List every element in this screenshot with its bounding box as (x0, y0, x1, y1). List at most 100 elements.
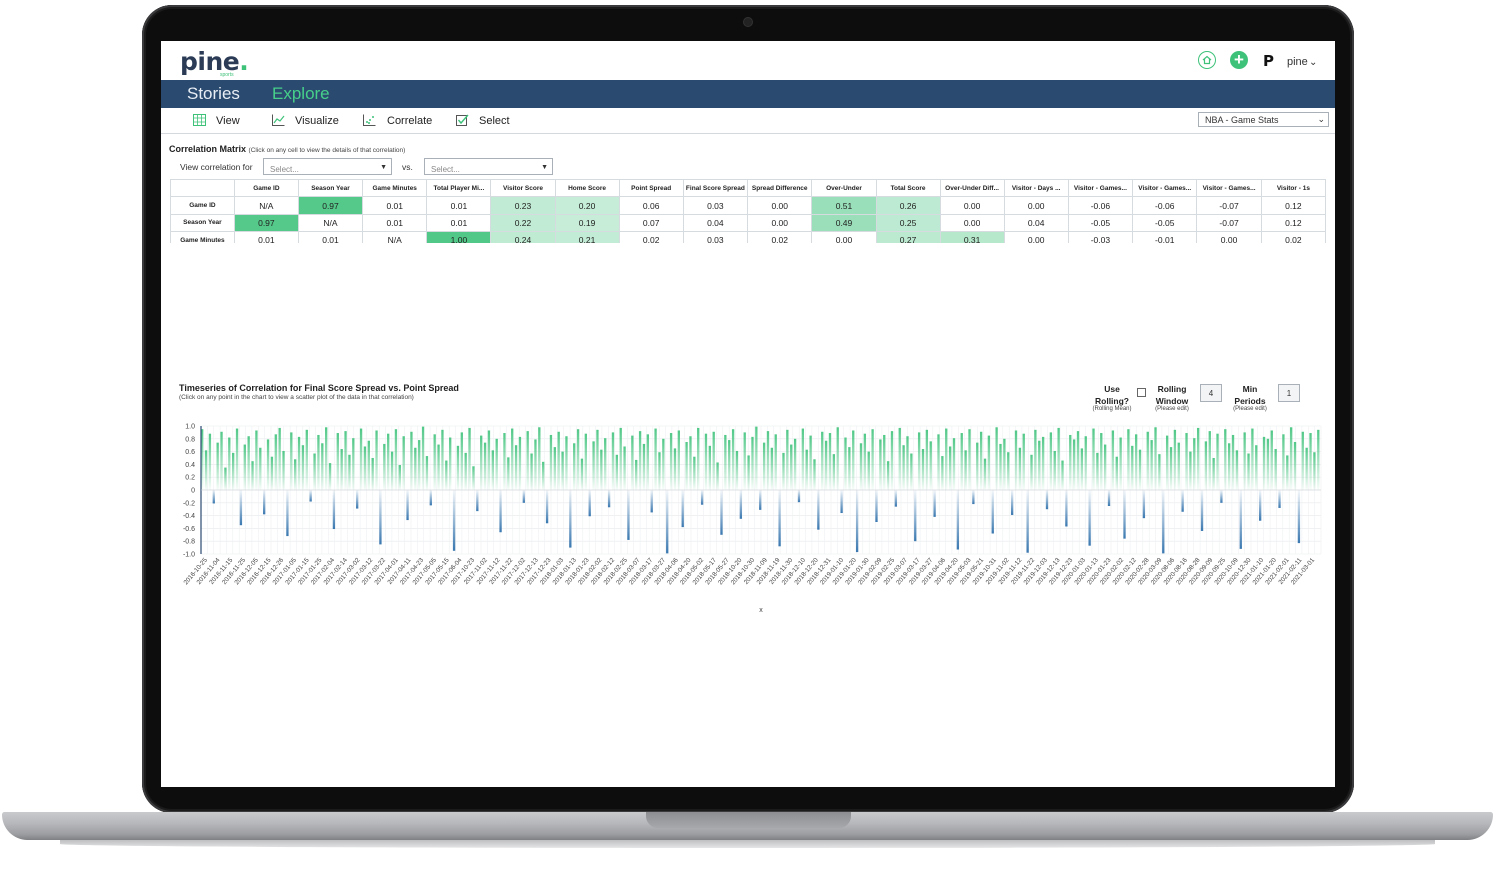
chart-bar (1065, 490, 1068, 527)
matrix-cell[interactable]: 0.01 (426, 213, 492, 233)
chart-bar (406, 490, 409, 521)
chart-bar (693, 456, 696, 490)
timeseries-chart[interactable]: 1.00.80.60.40.20-0.2-0.4-0.6-0.8-1.02016… (161, 416, 1335, 616)
matrix-column-header[interactable]: Over-Under Diff... (939, 178, 1005, 198)
matrix-column-header[interactable]: Spread Difference (746, 178, 813, 198)
chart-bar (522, 490, 525, 503)
chart-bar (1088, 490, 1091, 546)
matrix-column-header[interactable]: Over-Under (811, 178, 877, 198)
matrix-cell[interactable]: 0.51 (811, 196, 877, 215)
chart-bar (1127, 429, 1130, 490)
chart-bar (910, 453, 913, 490)
matrix-cell[interactable]: 0.00 (1003, 196, 1069, 215)
chart-bar (534, 439, 537, 490)
matrix-cell[interactable]: 0.19 (554, 213, 620, 233)
chart-bar (1309, 433, 1312, 490)
matrix-cell[interactable]: 0.01 (297, 231, 364, 243)
matrix-cell[interactable]: -0.06 (1132, 196, 1198, 215)
matrix-cell[interactable]: 0.12 (1260, 213, 1326, 233)
chart-bar (747, 455, 750, 490)
matrix-cell[interactable]: 0.00 (939, 213, 1005, 233)
matrix-column-header[interactable]: Game Minutes (362, 178, 428, 198)
chart-bar (976, 442, 979, 490)
matrix-column-header[interactable]: Visitor Score (490, 178, 556, 198)
chart-bar (1266, 438, 1270, 490)
matrix-column-header[interactable]: Visitor - Games... (1196, 178, 1262, 198)
matrix-cell[interactable]: 0.04 (682, 213, 748, 233)
use-rolling-checkbox[interactable] (1137, 388, 1146, 397)
matrix-column-header[interactable]: Game ID (233, 178, 299, 198)
matrix-cell[interactable]: 0.00 (811, 231, 877, 243)
matrix-cell[interactable]: 0.00 (939, 196, 1005, 215)
matrix-cell[interactable]: 0.27 (875, 231, 941, 243)
matrix-cell[interactable]: 0.49 (811, 213, 877, 233)
matrix-cell[interactable]: 0.23 (490, 196, 556, 215)
chart-bar (441, 429, 444, 490)
matrix-cell[interactable]: 0.24 (490, 231, 556, 243)
chart-bar (968, 429, 971, 490)
chart-bar (697, 427, 700, 490)
matrix-cell[interactable]: N/A (362, 231, 428, 243)
chart-bar (1282, 434, 1285, 490)
matrix-cell[interactable]: N/A (297, 213, 364, 233)
matrix-cell[interactable]: 0.01 (233, 231, 299, 243)
chart-bar (770, 447, 774, 490)
matrix-cell[interactable]: 0.07 (618, 213, 684, 233)
matrix-cell[interactable]: N/A (233, 196, 299, 215)
matrix-cell[interactable]: 0.02 (746, 231, 813, 243)
matrix-column-header[interactable]: Visitor - Days ... (1003, 178, 1069, 198)
matrix-cell[interactable]: 0.12 (1260, 196, 1326, 215)
matrix-cell[interactable]: 0.03 (682, 196, 748, 215)
matrix-cell[interactable]: 0.00 (746, 213, 813, 233)
chart-bar (604, 438, 607, 490)
matrix-cell[interactable]: 0.02 (618, 231, 684, 243)
chart-bar (352, 438, 355, 490)
matrix-column-header[interactable]: Home Score (554, 178, 620, 198)
matrix-cell[interactable]: -0.06 (1067, 196, 1134, 215)
matrix-column-header[interactable]: Visitor - Games... (1067, 178, 1134, 198)
min-periods-input[interactable]: 1 (1278, 384, 1300, 402)
matrix-cell[interactable]: -0.07 (1196, 213, 1262, 233)
matrix-cell[interactable]: 1.00 (426, 231, 492, 243)
matrix-cell[interactable]: 0.97 (297, 196, 364, 215)
matrix-cell[interactable]: 0.04 (1003, 213, 1069, 233)
matrix-cell[interactable]: 0.20 (554, 196, 620, 215)
matrix-column-header[interactable]: Total Score (875, 178, 941, 198)
matrix-column-header[interactable]: Final Score Spread (682, 178, 748, 198)
matrix-column-header[interactable]: Visitor - Games... (1132, 178, 1198, 198)
chart-bar (960, 433, 963, 490)
matrix-cell[interactable]: 0.06 (618, 196, 684, 215)
chart-bar (650, 490, 653, 513)
rolling-window-input[interactable]: 4 (1200, 384, 1222, 402)
matrix-row-header: Game Minutes (170, 231, 235, 243)
chart-bar (708, 445, 712, 490)
matrix-cell[interactable]: 0.25 (875, 213, 941, 233)
matrix-cell[interactable]: 0.97 (233, 213, 299, 233)
matrix-cell[interactable]: 0.22 (490, 213, 556, 233)
matrix-cell[interactable]: -0.05 (1132, 213, 1198, 233)
matrix-column-header[interactable]: Season Year (297, 178, 364, 198)
chart-bar (398, 465, 401, 490)
chart-bar (208, 433, 212, 490)
matrix-column-header[interactable]: Point Spread (618, 178, 684, 198)
matrix-cell[interactable]: 0.01 (362, 213, 428, 233)
matrix-cell[interactable]: -0.01 (1132, 231, 1198, 243)
matrix-cell[interactable]: 0.31 (939, 231, 1005, 243)
matrix-cell[interactable]: 0.03 (682, 231, 748, 243)
matrix-cell[interactable]: 0.21 (554, 231, 620, 243)
matrix-cell[interactable]: 0.01 (362, 196, 428, 215)
matrix-cell[interactable]: -0.03 (1067, 231, 1134, 243)
matrix-cell[interactable]: 0.26 (875, 196, 941, 215)
matrix-column-header[interactable]: Visitor - 1s (1260, 178, 1326, 198)
matrix-cell[interactable]: 0.00 (746, 196, 813, 215)
matrix-cell[interactable]: -0.05 (1067, 213, 1134, 233)
chart-bar (1069, 434, 1072, 490)
matrix-column-header[interactable]: Total Player Mi... (426, 178, 492, 198)
matrix-cell[interactable]: 0.00 (1196, 231, 1262, 243)
matrix-cell[interactable]: 0.01 (426, 196, 492, 215)
matrix-cell[interactable]: -0.07 (1196, 196, 1262, 215)
chart-bar (991, 490, 994, 534)
matrix-cell[interactable]: 0.02 (1260, 231, 1326, 243)
matrix-cell[interactable]: 0.00 (1003, 231, 1069, 243)
matrix-row: Season Year 0.97 N/A 0.01 0.01 0.22 0.19 0.07 0.… (170, 213, 1326, 233)
